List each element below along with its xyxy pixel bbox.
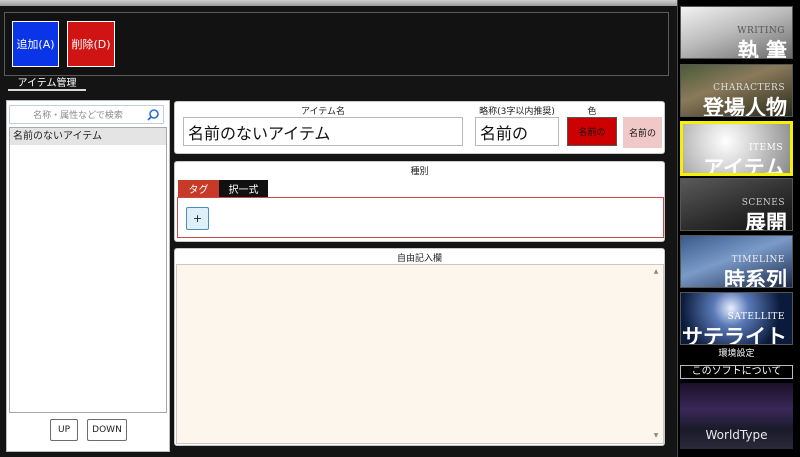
nav-timeline[interactable]: TIMELINE 時系列 bbox=[680, 235, 793, 288]
color-preview-button[interactable]: 名前の bbox=[623, 117, 662, 148]
scroll-down-icon[interactable]: ▼ bbox=[652, 432, 660, 439]
abbr-input[interactable]: 名前の bbox=[475, 117, 559, 146]
nav-characters[interactable]: CHARACTERS 登場人物 bbox=[680, 64, 793, 117]
item-list[interactable]: 名前のないアイテム bbox=[9, 127, 167, 413]
tab-tag[interactable]: タグ bbox=[178, 180, 219, 197]
list-item[interactable]: 名前のないアイテム bbox=[10, 128, 166, 145]
memo-textarea[interactable] bbox=[176, 264, 664, 444]
nav-writing-jp: 執 筆 bbox=[737, 39, 787, 59]
color-label: 色 bbox=[587, 107, 597, 117]
nav-scenes[interactable]: SCENES 展開 bbox=[680, 178, 793, 231]
nav-items-jp: アイテム bbox=[703, 156, 785, 176]
down-button[interactable]: DOWN bbox=[87, 419, 127, 441]
memo-title: 自由記入欄 bbox=[396, 254, 442, 264]
nav-writing[interactable]: WRITING 執 筆 bbox=[680, 6, 793, 59]
section-title: アイテム管理 bbox=[8, 77, 86, 91]
nav-items[interactable]: ITEMS アイテム bbox=[680, 121, 793, 176]
brand-logo-text: WorldType bbox=[705, 428, 768, 442]
nav-satellite-jp: サテライト bbox=[682, 325, 787, 345]
nav-timeline-jp: 時系列 bbox=[724, 268, 787, 288]
scroll-up-icon[interactable]: ▲ bbox=[652, 268, 660, 275]
item-name-input[interactable]: 名前のないアイテム bbox=[183, 117, 463, 146]
nav-scenes-jp: 展開 bbox=[745, 211, 787, 231]
add-button[interactable]: 追加(A) bbox=[12, 21, 59, 67]
delete-button[interactable]: 削除(D) bbox=[67, 21, 115, 67]
item-name-label: アイテム名 bbox=[300, 107, 346, 117]
color-picker-button[interactable]: 名前の bbox=[567, 117, 617, 146]
nav-characters-jp: 登場人物 bbox=[703, 96, 787, 117]
search-icon[interactable] bbox=[146, 108, 160, 122]
abbr-label: 略称(3字以内推奨) bbox=[479, 107, 555, 117]
search-placeholder: 名称・属性などで検索 bbox=[33, 111, 123, 121]
up-button[interactable]: UP bbox=[50, 419, 78, 441]
window-top-strip bbox=[0, 0, 678, 6]
brand-banner: WorldType bbox=[680, 383, 793, 449]
add-tag-button[interactable]: + bbox=[186, 207, 209, 230]
tab-single-choice[interactable]: 択一式 bbox=[219, 180, 268, 197]
type-title: 種別 bbox=[410, 167, 429, 177]
settings-link[interactable]: 環境設定 bbox=[680, 347, 793, 361]
search-field[interactable]: 名称・属性などで検索 bbox=[9, 105, 164, 124]
tag-area bbox=[177, 197, 664, 238]
about-button[interactable]: このソフトについて bbox=[680, 365, 793, 379]
nav-satellite[interactable]: SATELLITE サテライト bbox=[680, 292, 793, 345]
